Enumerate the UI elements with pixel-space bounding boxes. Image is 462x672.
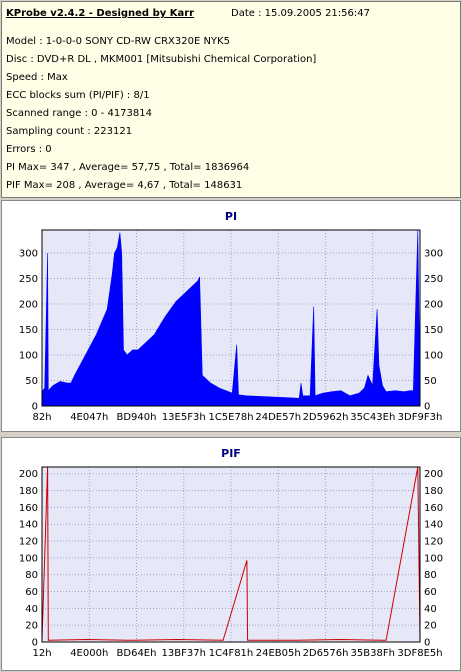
x-tick-label: 82h	[32, 412, 51, 423]
y-tick-label-left: 200	[19, 299, 38, 310]
x-tick-label: 12h	[32, 648, 51, 659]
x-tick-label: 2D5962h	[303, 412, 349, 423]
info-panel: KProbe v2.4.2 - Designed by Karr Date : …	[1, 1, 461, 198]
x-tick-label: 35B38Fh	[351, 648, 395, 659]
chart-title: PIF	[221, 447, 241, 460]
x-tick-label: 4E047h	[70, 412, 108, 423]
y-tick-label-left: 0	[32, 402, 38, 413]
info-pif-stats: PIF Max= 208 , Average= 4,67 , Total= 14…	[6, 180, 243, 191]
x-tick-label: BD940h	[117, 412, 157, 423]
x-tick-label: BD64Eh	[117, 648, 157, 659]
x-tick-label: 13E5F3h	[162, 412, 206, 423]
scan-date: Date : 15.09.2005 21:56:47	[231, 8, 370, 19]
info-pi-stats: PI Max= 347 , Average= 57,75 , Total= 18…	[6, 162, 250, 173]
y-tick-label-left: 250	[19, 274, 38, 285]
pi-chart: PI 82h 4E047h BD940h 13E5F3h 1C5E78h 24DE57h 2D…	[19, 210, 443, 423]
y-tick-label-left: 60	[25, 587, 38, 598]
info-scanned-range: Scanned range : 0 - 4173814	[6, 108, 152, 119]
x-tick-label: 4E000h	[70, 648, 108, 659]
y-tick-label-right: 140	[424, 520, 443, 531]
y-tick-label-right: 250	[424, 274, 443, 285]
y-tick-label-right: 100	[424, 350, 443, 361]
y-tick-label-right: 120	[424, 537, 443, 548]
y-tick-label-left: 100	[19, 553, 38, 564]
y-tick-label-left: 160	[19, 503, 38, 514]
y-tick-label-left: 180	[19, 486, 38, 497]
info-ecc-sum: ECC blocks sum (PI/PIF) : 8/1	[6, 90, 150, 101]
x-tick-label: 13BF37h	[162, 648, 206, 659]
y-tick-label-right: 0	[424, 402, 430, 413]
y-tick-label-right: 80	[424, 570, 437, 581]
x-tick-label: 35C43Eh	[350, 412, 395, 423]
y-tick-label-left: 120	[19, 537, 38, 548]
y-tick-label-right: 100	[424, 553, 443, 564]
y-tick-label-right: 40	[424, 604, 437, 615]
info-disc: Disc : DVD+R DL , MKM001 [Mitsubishi Che…	[6, 54, 317, 65]
y-tick-label-right: 200	[424, 469, 443, 480]
y-tick-label-right: 300	[424, 248, 443, 259]
info-errors: Errors : 0	[6, 144, 52, 155]
info-speed: Speed : Max	[6, 72, 68, 83]
y-tick-label-left: 20	[25, 621, 38, 632]
y-tick-label-left: 80	[25, 570, 38, 581]
y-tick-label-right: 200	[424, 299, 443, 310]
y-tick-label-right: 20	[424, 621, 437, 632]
y-tick-label-right: 0	[424, 638, 430, 649]
x-tick-label: 3DF9F3h	[398, 412, 443, 423]
y-tick-label-left: 0	[32, 638, 38, 649]
y-tick-label-left: 50	[25, 376, 38, 387]
y-tick-label-right: 60	[424, 587, 437, 598]
x-tick-label: 2D6576h	[303, 648, 349, 659]
y-tick-label-left: 140	[19, 520, 38, 531]
pif-chart: PIF12h 4E000h BD64Eh 13BF37h 1C4F81h 24EB05h 2…	[19, 447, 443, 659]
y-tick-label-right: 50	[424, 376, 437, 387]
y-tick-label-left: 300	[19, 248, 38, 259]
y-tick-label-right: 180	[424, 486, 443, 497]
x-tick-label: 1C4F81h	[209, 648, 254, 659]
x-tick-label: 24DE57h	[255, 412, 301, 423]
y-tick-label-left: 150	[19, 325, 38, 336]
pi-chart-panel: PI 82h 4E047h BD940h 13E5F3h 1C5E78h 24DE57h 2D…	[1, 200, 461, 432]
app-title: KProbe v2.4.2 - Designed by Karr	[6, 8, 195, 19]
y-tick-label-right: 150	[424, 325, 443, 336]
y-tick-label-left: 200	[19, 469, 38, 480]
info-model: Model : 1-0-0-0 SONY CD-RW CRX320E NYK5	[6, 36, 230, 47]
x-tick-label: 24EB05h	[256, 648, 301, 659]
pif-chart-panel: PIF 12h 4E000h BD64Eh 13BF37h 1C4F81h 24EB05h 2…	[1, 437, 461, 671]
x-tick-label: 3DF8E5h	[397, 648, 442, 659]
x-tick-label: 1C5E78h	[208, 412, 253, 423]
info-sampling-count: Sampling count : 223121	[6, 126, 133, 137]
chart-title: PI	[225, 210, 237, 223]
y-tick-label-right: 160	[424, 503, 443, 514]
y-tick-label-left: 100	[19, 350, 38, 361]
y-tick-label-left: 40	[25, 604, 38, 615]
